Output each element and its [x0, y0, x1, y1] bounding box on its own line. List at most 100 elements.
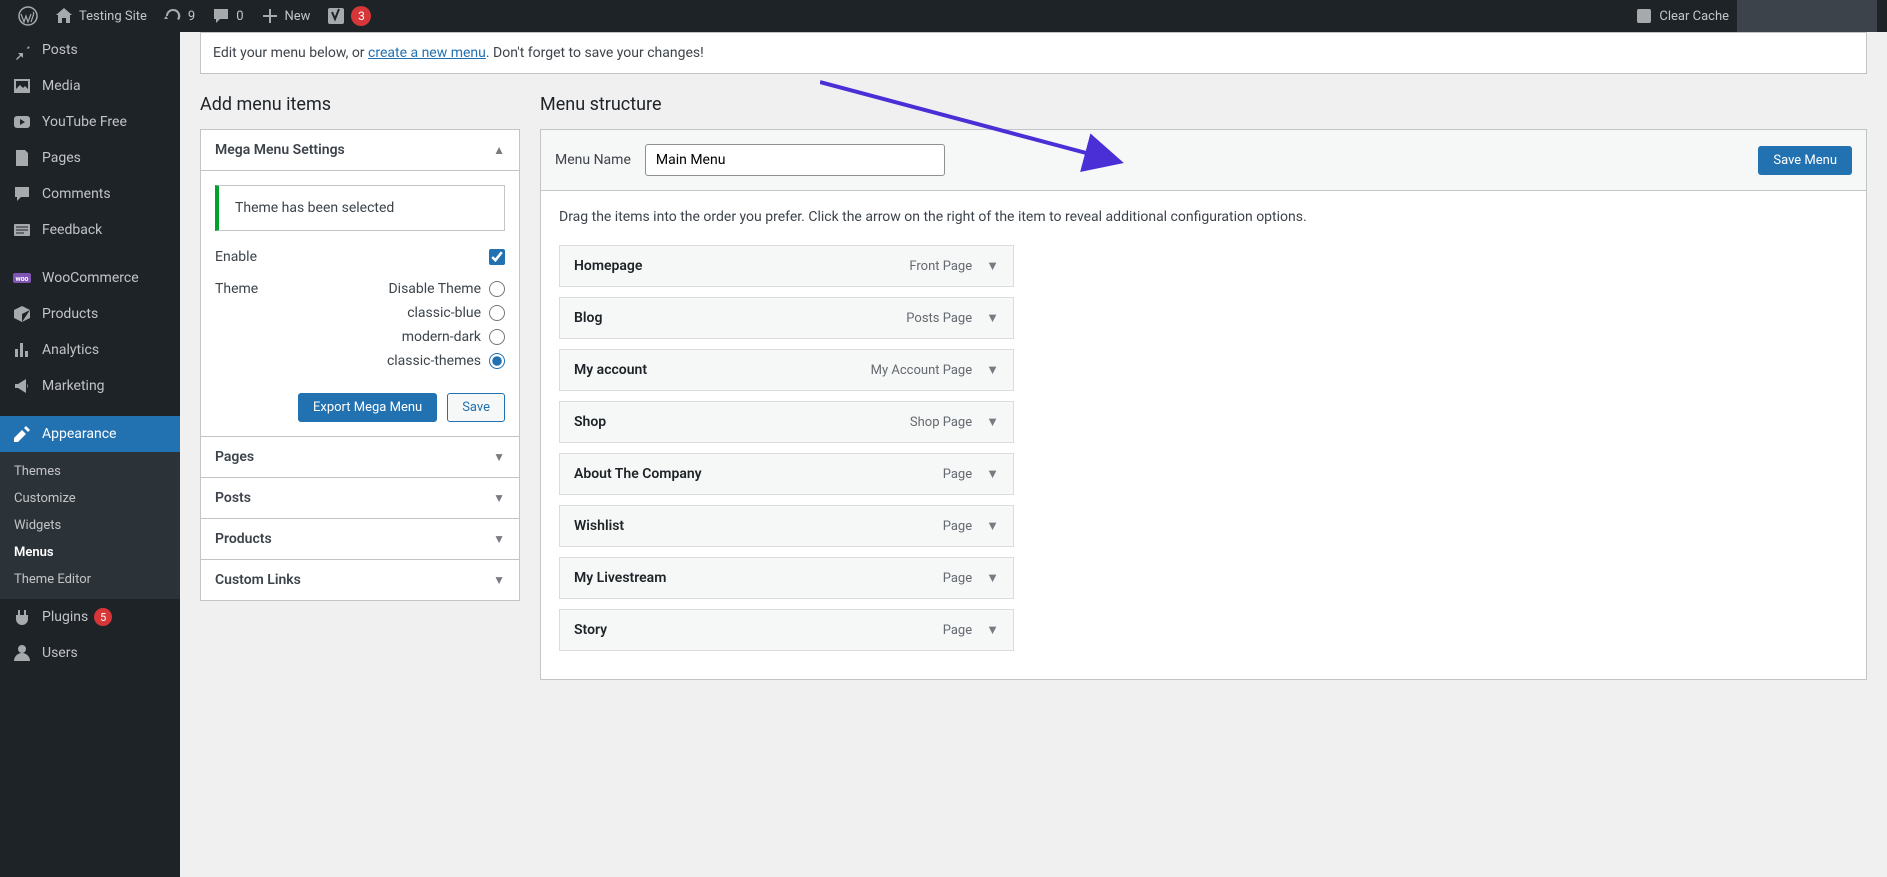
custom-links-handle[interactable]: Custom Links ▼ — [201, 560, 519, 600]
comment-icon — [211, 6, 231, 26]
sidebar-item-youtube[interactable]: YouTube Free — [0, 104, 180, 140]
sidebar-item-woocommerce[interactable]: wooWooCommerce — [0, 260, 180, 296]
pages-box: Pages▼ — [200, 436, 520, 478]
sidebar-item-marketing[interactable]: Marketing — [0, 368, 180, 404]
menu-name-label: Menu Name — [555, 152, 631, 168]
comments-icon — [12, 184, 32, 204]
submenu-themes[interactable]: Themes — [0, 458, 180, 485]
menu-item-bar[interactable]: ShopShop Page▼ — [559, 401, 1014, 443]
menu-item-bar[interactable]: My accountMy Account Page▼ — [559, 349, 1014, 391]
menu-item-bar[interactable]: WishlistPage▼ — [559, 505, 1014, 547]
custom-links-title: Custom Links — [215, 572, 301, 588]
pages-handle[interactable]: Pages▼ — [201, 437, 519, 477]
update-icon — [163, 6, 183, 26]
menu-items-list: HomepageFront Page▼BlogPosts Page▼My acc… — [559, 245, 1848, 651]
menu-item-bar[interactable]: Blog Posts Page ▼ — [559, 297, 1014, 339]
label: Users — [42, 645, 78, 661]
site-name[interactable]: Testing Site — [46, 0, 155, 32]
mega-menu-box: Mega Menu Settings ▲ Theme has been sele… — [200, 129, 520, 437]
menu-item-bar[interactable]: Story Page ▼ — [559, 609, 1014, 651]
sidebar-item-appearance[interactable]: Appearance — [0, 416, 180, 452]
chevron-down-icon[interactable]: ▼ — [986, 570, 999, 586]
yoast-badge: 3 — [351, 6, 371, 26]
menu-item-title: My Livestream — [574, 570, 666, 586]
yoast[interactable]: 3 — [318, 0, 379, 32]
menu-item-bar[interactable]: My LivestreamPage▼ — [559, 557, 1014, 599]
sidebar-item-plugins[interactable]: Plugins5 — [0, 599, 180, 635]
mega-menu-handle[interactable]: Mega Menu Settings ▲ — [201, 130, 519, 171]
menu-name-input[interactable] — [645, 144, 945, 176]
submenu-customize[interactable]: Customize — [0, 485, 180, 512]
main-content: Edit your menu below, or create a new me… — [180, 0, 1887, 877]
menu-item-type: Page — [943, 623, 972, 638]
sidebar-item-analytics[interactable]: Analytics — [0, 332, 180, 368]
admin-bar: Testing Site 9 0 New 3 Clear Cache — [0, 0, 1887, 32]
profile-area[interactable] — [1737, 0, 1877, 32]
theme-selected-notice: Theme has been selected — [215, 185, 505, 231]
enable-checkbox[interactable] — [489, 249, 505, 265]
products-title: Products — [215, 531, 272, 547]
menu-item-title: My account — [574, 362, 647, 378]
yoast-icon — [326, 6, 346, 26]
mega-menu-title: Mega Menu Settings — [215, 142, 345, 158]
menu-item-title: Homepage — [574, 258, 642, 274]
label: Pages — [42, 150, 81, 166]
chevron-down-icon[interactable]: ▼ — [986, 466, 999, 482]
chevron-down-icon[interactable]: ▼ — [986, 622, 999, 638]
admin-sidebar: Posts Media YouTube Free Pages Comments … — [0, 0, 180, 877]
radio-classic-themes[interactable] — [489, 353, 505, 369]
create-new-menu-link[interactable]: create a new menu — [368, 45, 486, 61]
sidebar-item-comments[interactable]: Comments — [0, 176, 180, 212]
theme-label: Theme — [215, 281, 258, 297]
chevron-down-icon[interactable]: ▼ — [986, 362, 999, 378]
radio-label-classic-blue: classic-blue — [407, 305, 481, 321]
custom-links-box: Custom Links ▼ — [200, 559, 520, 601]
menu-item-title: Shop — [574, 414, 606, 430]
products-handle[interactable]: Products▼ — [201, 519, 519, 559]
menu-item-title: Story — [574, 622, 607, 638]
analytics-icon — [12, 340, 32, 360]
sidebar-item-media[interactable]: Media — [0, 68, 180, 104]
save-mega-button[interactable]: Save — [447, 393, 505, 422]
comments-count[interactable]: 0 — [203, 0, 251, 32]
radio-label-modern-dark: modern-dark — [402, 329, 481, 345]
expand-icon: ▼ — [493, 573, 505, 587]
sidebar-item-products[interactable]: Products — [0, 296, 180, 332]
menu-item-bar[interactable]: Homepage Front Page ▼ — [559, 245, 1014, 287]
menu-item-type: Posts Page — [906, 311, 972, 326]
posts-handle[interactable]: Posts▼ — [201, 478, 519, 518]
label: Appearance — [42, 426, 116, 442]
sidebar-item-users[interactable]: Users — [0, 635, 180, 671]
menu-item-title: About The Company — [574, 466, 702, 482]
chevron-down-icon[interactable]: ▼ — [986, 258, 999, 274]
radio-modern-dark[interactable] — [489, 329, 505, 345]
updates[interactable]: 9 — [155, 0, 203, 32]
submenu-menus[interactable]: Menus — [0, 539, 180, 566]
products-box: Products▼ — [200, 518, 520, 560]
menu-item-type: Page — [943, 519, 972, 534]
chevron-down-icon[interactable]: ▼ — [986, 310, 999, 326]
label: Media — [42, 78, 81, 94]
sidebar-item-feedback[interactable]: Feedback — [0, 212, 180, 248]
youtube-icon — [12, 112, 32, 132]
new-content[interactable]: New — [252, 0, 319, 32]
collapse-icon: ▲ — [493, 143, 505, 157]
submenu-theme-editor[interactable]: Theme Editor — [0, 566, 180, 593]
export-mega-menu-button[interactable]: Export Mega Menu — [298, 393, 437, 422]
chevron-down-icon[interactable]: ▼ — [986, 518, 999, 534]
menu-item-title: Blog — [574, 310, 602, 326]
wp-logo[interactable] — [10, 0, 46, 32]
radio-classic-blue[interactable] — [489, 305, 505, 321]
sidebar-item-pages[interactable]: Pages — [0, 140, 180, 176]
clear-cache[interactable]: Clear Cache — [1626, 0, 1737, 32]
feedback-icon — [12, 220, 32, 240]
menu-item-type: Front Page — [909, 259, 972, 274]
chevron-down-icon[interactable]: ▼ — [986, 414, 999, 430]
menu-item-bar[interactable]: About The CompanyPage▼ — [559, 453, 1014, 495]
sidebar-item-posts[interactable]: Posts — [0, 32, 180, 68]
save-menu-button[interactable]: Save Menu — [1758, 146, 1852, 175]
submenu-widgets[interactable]: Widgets — [0, 512, 180, 539]
radio-disable-theme[interactable] — [489, 281, 505, 297]
label: Marketing — [42, 378, 105, 394]
radio-label-disable: Disable Theme — [388, 281, 481, 297]
